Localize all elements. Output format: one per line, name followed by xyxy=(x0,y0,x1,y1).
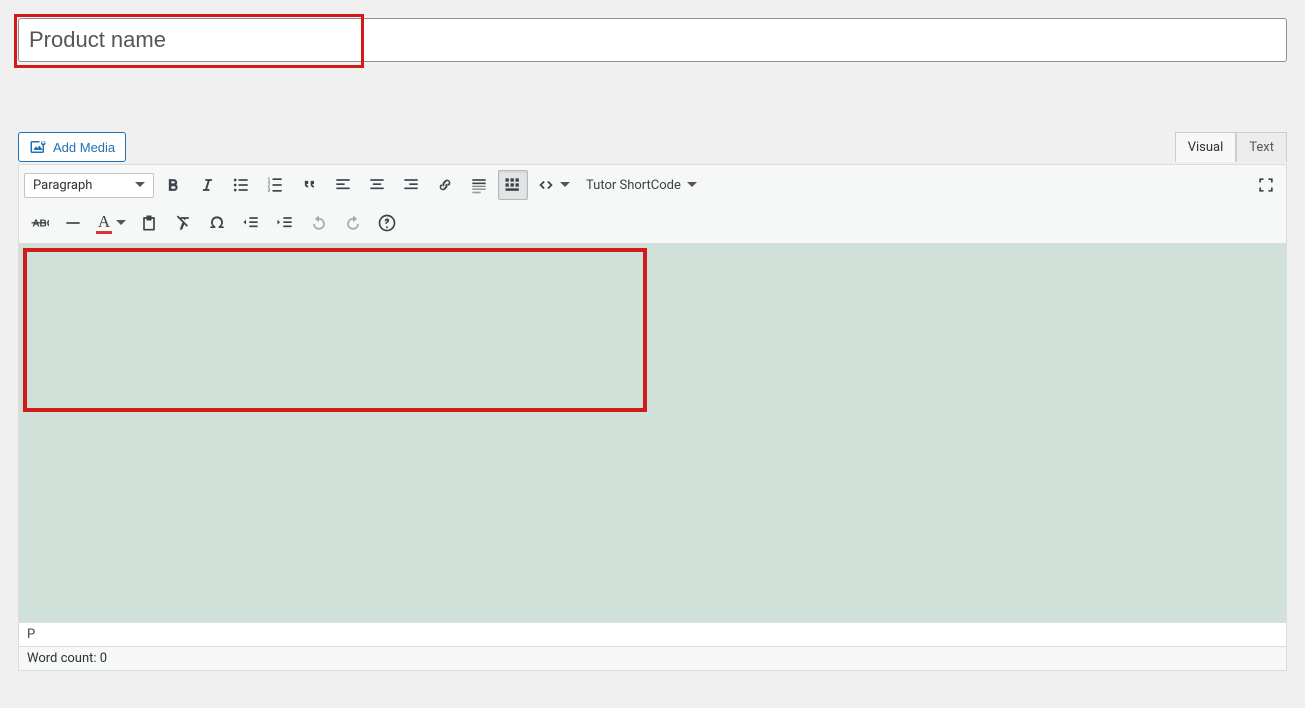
bullet-list-button[interactable] xyxy=(226,170,256,200)
horizontal-rule-button[interactable] xyxy=(58,208,88,238)
insert-more-button[interactable] xyxy=(464,170,494,200)
media-icon xyxy=(29,138,47,156)
product-name-input[interactable] xyxy=(18,18,1287,62)
editor-tabs: Visual Text xyxy=(1175,132,1287,162)
element-path[interactable]: P xyxy=(19,622,1286,646)
code-button[interactable] xyxy=(532,170,574,200)
editor-content-area[interactable] xyxy=(19,244,1286,622)
format-select[interactable]: Paragraph xyxy=(24,173,154,198)
indent-button[interactable] xyxy=(270,208,300,238)
toolbar-toggle-button[interactable] xyxy=(498,170,528,200)
svg-text:3: 3 xyxy=(268,188,271,194)
align-left-button[interactable] xyxy=(328,170,358,200)
clear-format-button[interactable] xyxy=(168,208,198,238)
text-color-button[interactable]: A xyxy=(92,208,130,238)
link-button[interactable] xyxy=(430,170,460,200)
numbered-list-button[interactable]: 123 xyxy=(260,170,290,200)
word-count: Word count: 0 xyxy=(19,646,1286,670)
blockquote-button[interactable] xyxy=(294,170,324,200)
tab-visual[interactable]: Visual xyxy=(1175,132,1237,162)
special-char-button[interactable] xyxy=(202,208,232,238)
paste-text-button[interactable] xyxy=(134,208,164,238)
editor-toolbar: Paragraph 123 Tutor ShortCode xyxy=(19,165,1286,244)
italic-button[interactable] xyxy=(192,170,222,200)
color-swatch xyxy=(96,231,112,234)
help-button[interactable] xyxy=(372,208,402,238)
editor-container: Paragraph 123 Tutor ShortCode xyxy=(18,164,1287,671)
undo-button[interactable] xyxy=(304,208,334,238)
tutor-shortcode-label: Tutor ShortCode xyxy=(586,178,681,193)
tutor-shortcode-button[interactable]: Tutor ShortCode xyxy=(578,174,705,197)
text-color-icon: A xyxy=(98,213,110,230)
outdent-button[interactable] xyxy=(236,208,266,238)
chevron-down-icon xyxy=(116,220,126,230)
add-media-label: Add Media xyxy=(53,140,115,155)
highlight-box-body xyxy=(23,248,647,412)
tab-text[interactable]: Text xyxy=(1236,132,1287,162)
strikethrough-button[interactable]: ABC xyxy=(24,208,54,238)
chevron-down-icon xyxy=(560,182,570,192)
bold-button[interactable] xyxy=(158,170,188,200)
fullscreen-button[interactable] xyxy=(1251,170,1281,200)
format-select-label: Paragraph xyxy=(33,178,92,193)
chevron-down-icon xyxy=(687,182,697,192)
align-center-button[interactable] xyxy=(362,170,392,200)
svg-text:ABC: ABC xyxy=(32,218,49,229)
redo-button[interactable] xyxy=(338,208,368,238)
align-right-button[interactable] xyxy=(396,170,426,200)
add-media-button[interactable]: Add Media xyxy=(18,132,126,162)
